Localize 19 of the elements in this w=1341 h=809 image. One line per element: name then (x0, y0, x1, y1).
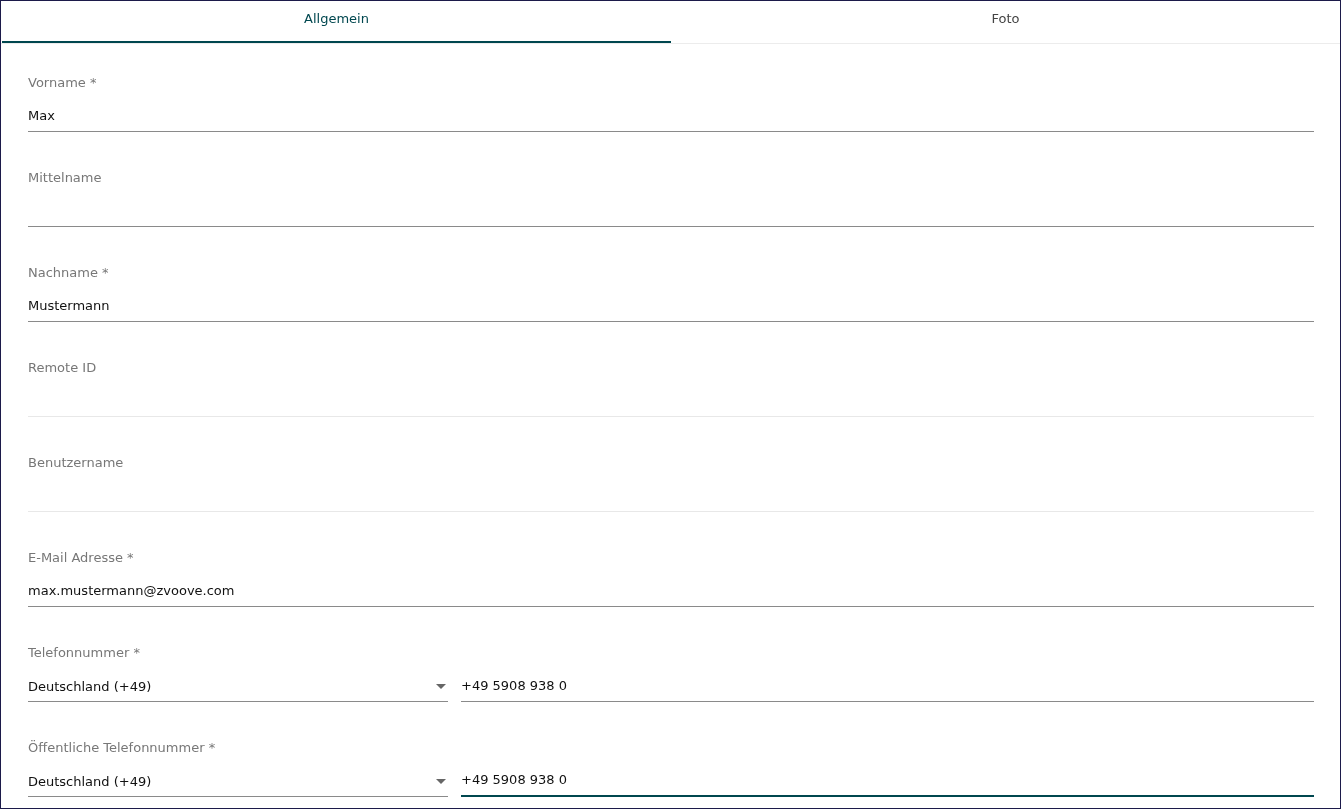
field-label: Nachname * (28, 264, 110, 281)
field-label: Vorname * (28, 74, 98, 91)
input-field[interactable]: +49 5908 938 0 (461, 756, 1314, 797)
input-field[interactable]: Mustermann (28, 281, 1314, 322)
field-label: Öffentliche Telefonnummer * (28, 739, 217, 756)
input-field[interactable]: +49 5908 938 0 (461, 661, 1314, 702)
field-label: Remote ID (28, 359, 98, 376)
input-field[interactable]: Max (28, 91, 1314, 132)
field-label: Telefonnummer * (28, 644, 141, 661)
tab[interactable]: Foto (671, 1, 1340, 43)
tab[interactable]: Allgemein (2, 1, 671, 43)
field-label: Benutzername (28, 454, 125, 471)
field-label: Mittelname (28, 169, 103, 186)
caret-icon (436, 778, 446, 784)
country-select[interactable]: Deutschland (+49) (28, 661, 448, 702)
caret-icon (436, 683, 446, 689)
field-label: E-Mail Adresse * (28, 549, 135, 566)
country-select[interactable]: Deutschland (+49) (28, 756, 448, 797)
input-field[interactable]: max.mustermann@zvoove.com (28, 566, 1314, 607)
